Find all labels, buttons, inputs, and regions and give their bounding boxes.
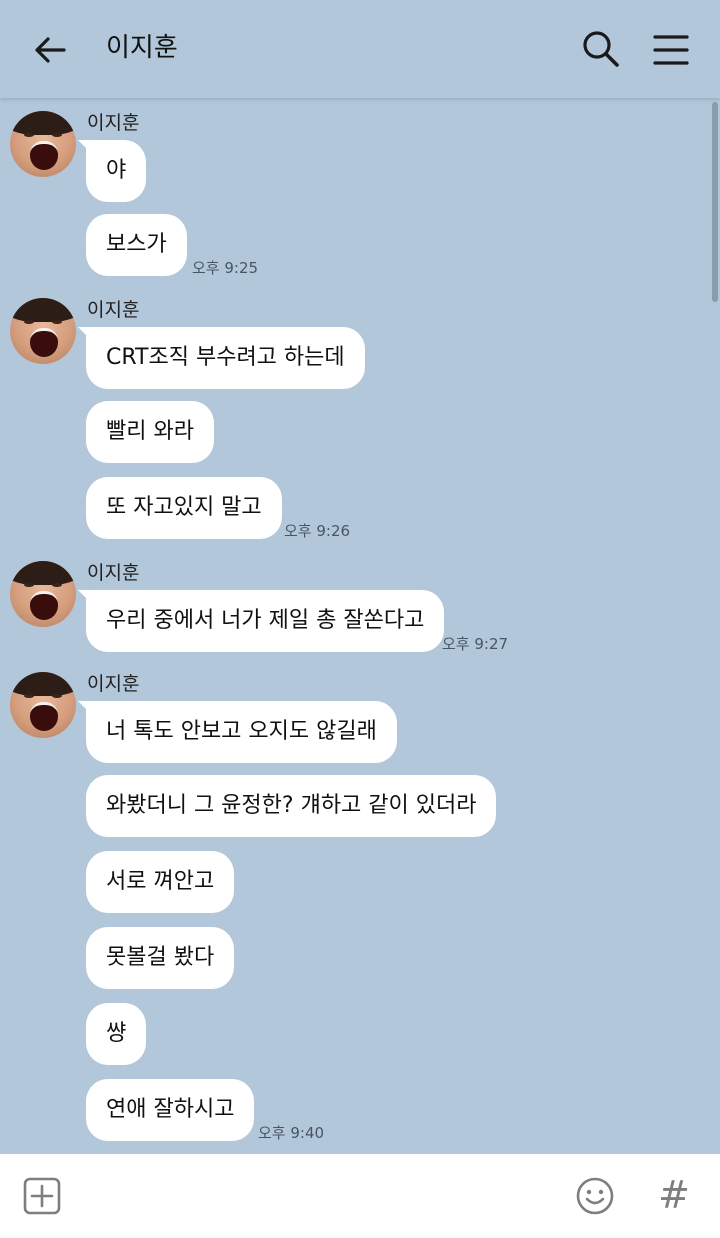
message-bubble[interactable]: 우리 중에서 너가 제일 총 잘쏜다고 bbox=[77, 590, 445, 652]
sender-name: 이지훈 bbox=[87, 673, 140, 695]
message-bubble[interactable]: 너 톡도 안보고 오지도 않길래 bbox=[78, 701, 397, 763]
emoji-icon bbox=[576, 1177, 614, 1215]
search-icon bbox=[583, 31, 619, 67]
message-bubble[interactable]: 연애 잘하시고 bbox=[86, 1079, 255, 1141]
message-bubble[interactable]: 썅 bbox=[86, 1003, 147, 1065]
message-time: 오후 9:26 bbox=[284, 522, 351, 540]
message-bubble[interactable]: 또 자고있지 말고 bbox=[86, 477, 282, 539]
sender-name: 이지훈 bbox=[87, 299, 140, 321]
message-bubble[interactable]: 와봤더니 그 윤정한? 걔하고 같이 있더라 bbox=[86, 775, 497, 837]
avatar[interactable] bbox=[10, 561, 76, 627]
message-time: 오후 9:27 bbox=[442, 635, 509, 653]
avatar[interactable] bbox=[10, 111, 76, 177]
emoji-button[interactable] bbox=[574, 1175, 616, 1217]
plus-square-icon bbox=[23, 1177, 61, 1215]
chat-header: 이지훈 bbox=[0, 0, 720, 98]
message-bubble[interactable]: 보스가 bbox=[86, 214, 187, 276]
scrollbar[interactable] bbox=[712, 102, 718, 302]
back-button[interactable] bbox=[30, 30, 70, 70]
chat-title: 이지훈 bbox=[106, 33, 178, 63]
message-bubble[interactable]: 야 bbox=[77, 140, 147, 202]
avatar[interactable] bbox=[10, 672, 76, 738]
arrow-left-icon bbox=[35, 37, 66, 63]
hamburger-menu-icon bbox=[653, 35, 689, 65]
search-button[interactable] bbox=[580, 28, 622, 70]
message-time: 오후 9:40 bbox=[258, 1124, 325, 1142]
attach-button[interactable] bbox=[22, 1176, 62, 1216]
message-time: 오후 9:25 bbox=[192, 259, 259, 277]
menu-button[interactable] bbox=[651, 30, 691, 70]
hashtag-button[interactable]: # bbox=[654, 1172, 694, 1218]
avatar[interactable] bbox=[10, 298, 76, 364]
sender-name: 이지훈 bbox=[87, 112, 140, 134]
sender-name: 이지훈 bbox=[87, 562, 140, 584]
message-bubble[interactable]: 못볼걸 봤다 bbox=[86, 927, 235, 989]
message-bubble[interactable]: 서로 껴안고 bbox=[86, 851, 235, 913]
input-bar: # bbox=[0, 1154, 720, 1238]
message-bubble[interactable]: CRT조직 부수려고 하는데 bbox=[78, 327, 365, 389]
message-bubble[interactable]: 빨리 와라 bbox=[86, 401, 214, 463]
